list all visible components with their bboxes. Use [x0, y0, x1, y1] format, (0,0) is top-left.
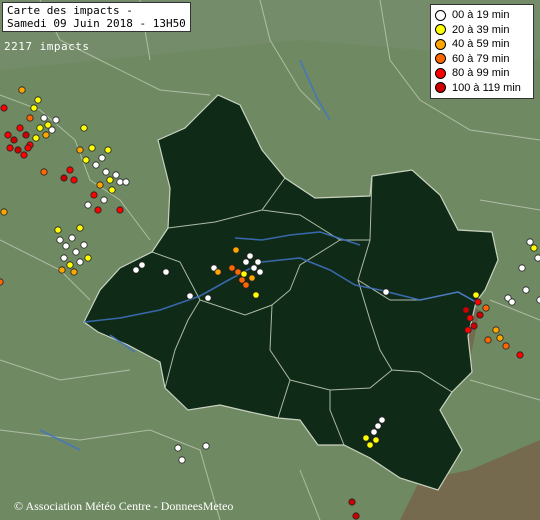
legend-swatch-icon — [435, 9, 446, 21]
legend-swatch-icon — [435, 38, 446, 50]
legend-swatch-icon — [435, 24, 446, 36]
title-line-2: Samedi 09 Juin 2018 - 13H50 — [7, 17, 186, 30]
legend-label: 60 à 79 min — [452, 52, 510, 65]
map-title: Carte des impacts - Samedi 09 Juin 2018 … — [2, 2, 191, 32]
legend-swatch-icon — [435, 53, 446, 65]
lightning-map: Carte des impacts - Samedi 09 Juin 2018 … — [0, 0, 540, 520]
legend-label: 20 à 39 min — [452, 23, 510, 36]
legend-item: 60 à 79 min — [435, 52, 529, 67]
legend: 00 à 19 min 20 à 39 min 40 à 59 min 60 à… — [430, 4, 534, 99]
title-line-1: Carte des impacts - — [7, 4, 133, 17]
impact-count: 2217 impacts — [4, 40, 90, 53]
legend-item: 00 à 19 min — [435, 8, 529, 23]
legend-item: 100 à 119 min — [435, 81, 529, 96]
legend-item: 20 à 39 min — [435, 23, 529, 38]
legend-label: 100 à 119 min — [452, 81, 521, 94]
legend-label: 80 à 99 min — [452, 67, 510, 80]
legend-swatch-icon — [435, 67, 446, 79]
legend-swatch-icon — [435, 82, 446, 94]
legend-label: 40 à 59 min — [452, 38, 510, 51]
legend-label: 00 à 19 min — [452, 9, 510, 22]
copyright-credit: © Association Météo Centre - DonneesMete… — [14, 499, 234, 513]
legend-item: 80 à 99 min — [435, 66, 529, 81]
legend-item: 40 à 59 min — [435, 37, 529, 52]
